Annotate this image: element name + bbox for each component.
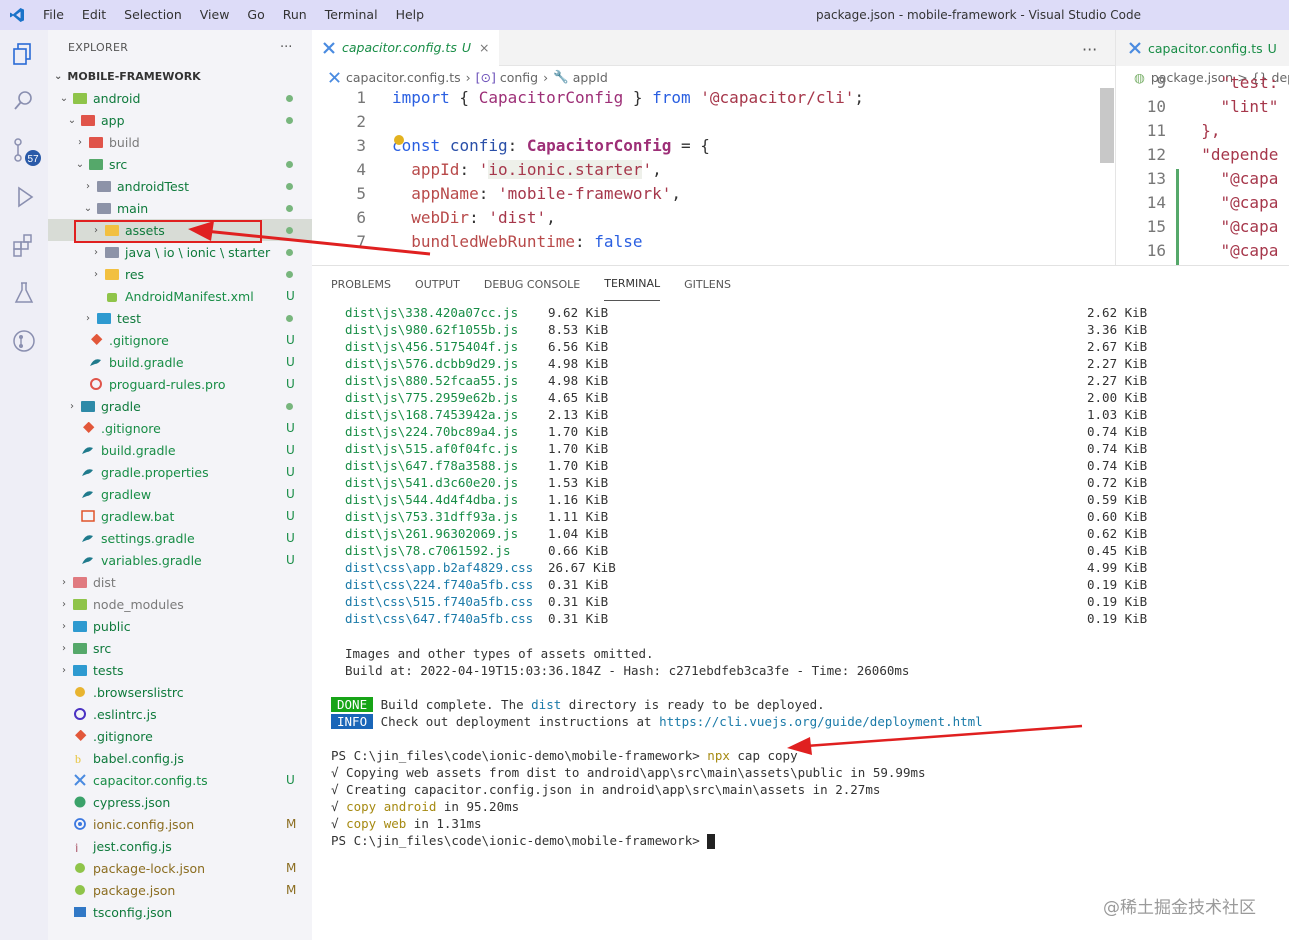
arrow-line-assets <box>204 229 431 256</box>
watermark: @稀土掘金技术社区 <box>1103 898 1256 918</box>
annotation-arrows <box>188 221 1083 755</box>
arrow-head-npx <box>787 737 812 755</box>
arrow-head-assets <box>188 221 214 241</box>
arrow-line-npx <box>805 724 1083 748</box>
